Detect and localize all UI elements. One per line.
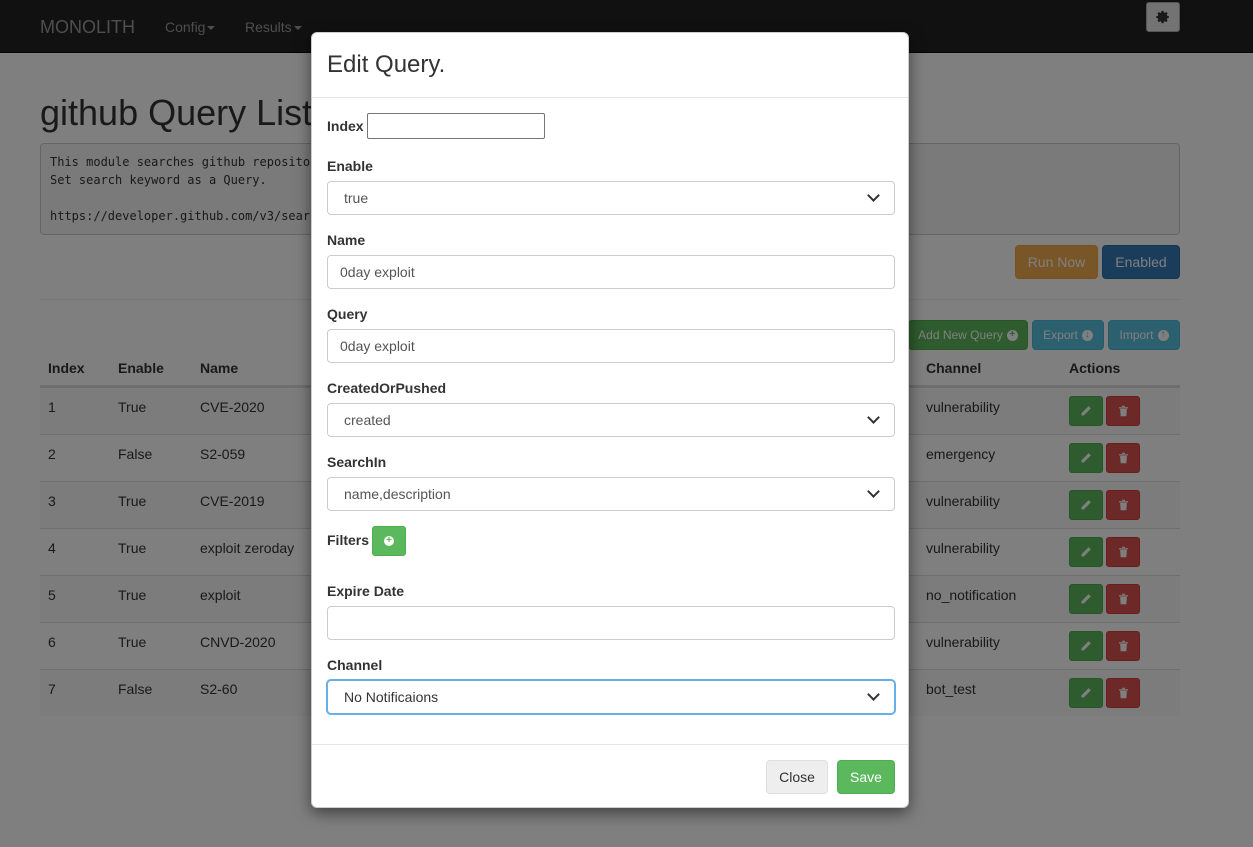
modal-footer-divider xyxy=(312,744,908,745)
modal-title: Edit Query. xyxy=(327,51,446,78)
add-filter-button[interactable]: + xyxy=(372,526,406,556)
close-button[interactable]: Close xyxy=(766,760,828,794)
modal-header-divider xyxy=(312,97,908,98)
enable-select[interactable]: true xyxy=(327,181,895,215)
index-input[interactable] xyxy=(367,113,545,139)
chevron-down-icon xyxy=(867,411,880,424)
index-label: Index xyxy=(327,118,364,134)
created-or-pushed-value: created xyxy=(344,412,391,428)
created-or-pushed-label: CreatedOrPushed xyxy=(327,380,447,396)
filters-label: Filters xyxy=(327,532,370,548)
query-label: Query xyxy=(327,306,368,322)
expire-date-input[interactable] xyxy=(327,606,895,640)
channel-select[interactable]: No Notificaions xyxy=(327,680,895,714)
name-label: Name xyxy=(327,232,366,248)
channel-select-value: No Notificaions xyxy=(344,689,439,705)
channel-label: Channel xyxy=(327,657,383,673)
name-input[interactable] xyxy=(327,255,895,289)
query-input[interactable] xyxy=(327,329,895,363)
chevron-down-icon xyxy=(867,189,880,202)
plus-circle-icon: + xyxy=(384,536,394,546)
save-button[interactable]: Save xyxy=(837,760,895,794)
enable-select-value: true xyxy=(344,190,369,206)
chevron-down-icon xyxy=(867,688,880,701)
enable-label: Enable xyxy=(327,158,373,174)
created-or-pushed-select[interactable]: created xyxy=(327,403,895,437)
search-in-label: SearchIn xyxy=(327,454,387,470)
edit-query-modal: Edit Query. Index Enable true Name Query… xyxy=(311,32,909,808)
expire-date-label: Expire Date xyxy=(327,583,405,599)
search-in-select[interactable]: name,description xyxy=(327,477,895,511)
search-in-value: name,description xyxy=(344,486,451,502)
chevron-down-icon xyxy=(867,485,880,498)
